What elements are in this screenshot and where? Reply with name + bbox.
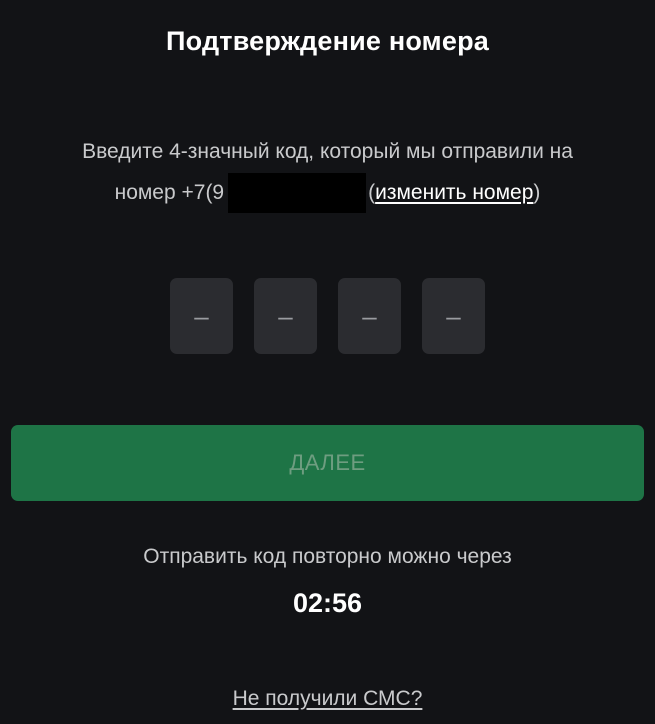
- no-sms-link[interactable]: Не получили СМС?: [0, 687, 655, 711]
- change-number-link[interactable]: изменить номер: [375, 172, 533, 213]
- confirm-phone-screen: Подтверждение номера Введите 4-значный к…: [0, 0, 655, 724]
- resend-timer: 02:56: [292, 588, 363, 618]
- code-input-group: – – – –: [170, 278, 485, 354]
- resend-info-text: Отправить код повторно можно через: [143, 545, 512, 568]
- instructions-line-2: номер +7(9 (изменить номер): [114, 172, 541, 213]
- code-digit-4[interactable]: –: [422, 278, 485, 354]
- instructions-line-1: Введите 4-значный код, который мы отправ…: [82, 140, 573, 163]
- code-digit-2[interactable]: –: [254, 278, 317, 354]
- code-digit-1[interactable]: –: [170, 278, 233, 354]
- open-paren: (: [368, 181, 376, 204]
- phone-prefix: номер +7(9: [114, 181, 225, 204]
- next-button[interactable]: ДАЛЕЕ: [11, 425, 644, 501]
- instructions-text: Введите 4-значный код, который мы отправ…: [0, 131, 655, 213]
- code-digit-3[interactable]: –: [338, 278, 401, 354]
- close-paren: ): [533, 181, 541, 204]
- phone-number-redacted: [228, 172, 367, 213]
- page-title: Подтверждение номера: [166, 26, 489, 56]
